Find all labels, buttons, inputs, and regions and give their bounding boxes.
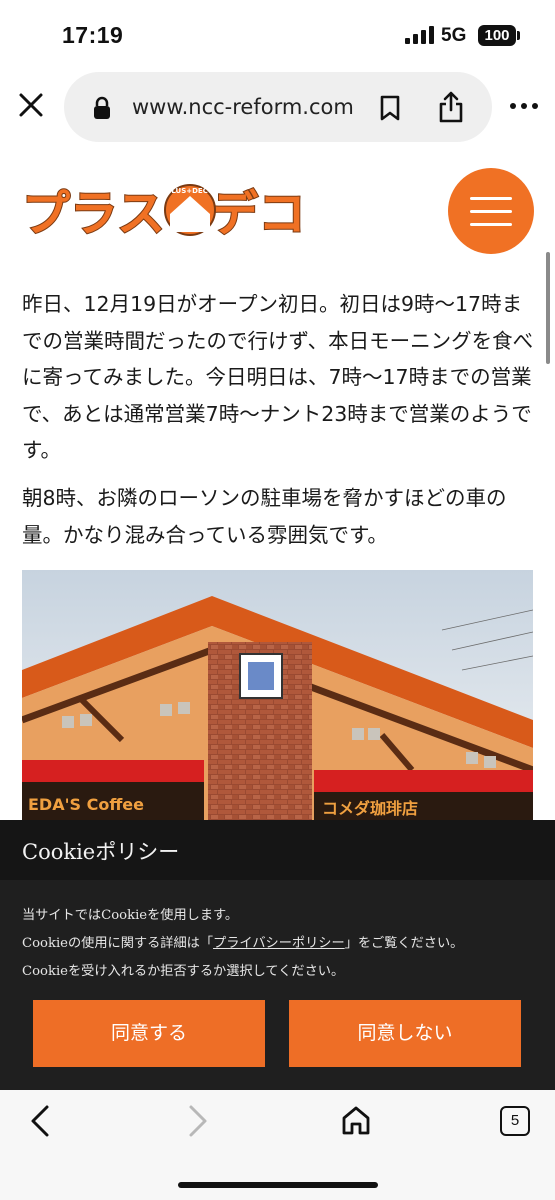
svg-text:プラス: プラス <box>22 186 165 242</box>
article-photo: EDA'S Coffee コメダ珈琲店 <box>22 570 533 822</box>
article-paragraph: 朝8時、お隣のローソンの駐車場を脅かすほどの車の量。かなり混み合っている雰囲気で… <box>22 486 507 547</box>
cookie-line: Cookieの使用に関する詳細は「プライバシーポリシー」をご覧ください。 <box>22 930 542 958</box>
lock-icon <box>94 96 110 119</box>
site-logo[interactable]: プラス デコ PLUS+DECO <box>22 178 306 242</box>
address-field[interactable]: www.ncc-reform.com <box>64 72 492 142</box>
share-icon[interactable] <box>436 90 466 124</box>
menu-line <box>470 210 512 213</box>
cookie-banner: Cookieポリシー 当サイトではCookieを使用します。 Cookieの使用… <box>0 820 555 1090</box>
hamburger-menu-icon[interactable] <box>448 168 534 254</box>
menu-line <box>470 197 512 200</box>
browser-toolbar: 5 <box>0 1090 555 1200</box>
cookie-header: Cookieポリシー <box>0 820 555 880</box>
battery-tip <box>517 31 520 40</box>
logo-subtext: PLUS+DECO <box>166 187 214 195</box>
cookie-title: Cookieポリシー <box>22 840 180 864</box>
status-time: 17:19 <box>62 22 124 48</box>
url-text: www.ncc-reform.com <box>132 95 354 119</box>
cookie-line: Cookieを受け入れるか拒否するか選択してください。 <box>22 964 345 979</box>
svg-text:デコ: デコ <box>210 186 306 242</box>
deny-button[interactable]: 同意しない <box>289 1000 521 1067</box>
home-indicator <box>178 1182 378 1188</box>
cookie-text: Cookieの使用に関する詳細は「 <box>22 936 214 951</box>
network-type: 5G <box>441 25 467 46</box>
cookie-line: 当サイトではCookieを使用します。 <box>22 908 239 923</box>
photo-sign-right: コメダ珈琲店 <box>322 799 418 818</box>
forward-icon[interactable] <box>186 1104 210 1138</box>
browser-url-bar: www.ncc-reform.com <box>0 66 555 148</box>
scrollbar[interactable] <box>546 252 550 364</box>
privacy-policy-link[interactable]: プライバシーポリシー <box>213 936 345 951</box>
more-icon[interactable] <box>508 100 540 112</box>
agree-button[interactable]: 同意する <box>33 1000 265 1067</box>
back-icon[interactable] <box>28 1104 52 1138</box>
tabs-icon[interactable]: 5 <box>500 1106 530 1136</box>
status-bar: 17:19 5G 100 <box>0 0 555 66</box>
article-paragraph: 昨日、12月19日がオープン初日。初日は9時〜17時までの営業時間だったので行け… <box>22 292 534 462</box>
battery-icon: 100 <box>478 25 516 46</box>
photo-sign-left: EDA'S Coffee <box>28 795 144 814</box>
signal-icon <box>405 26 434 44</box>
cookie-text: 」をご覧ください。 <box>344 936 464 951</box>
menu-line <box>470 223 512 226</box>
bookmark-icon[interactable] <box>378 94 402 122</box>
close-icon[interactable] <box>16 90 46 120</box>
cookie-message: 当サイトではCookieを使用します。 Cookieの使用に関する詳細は「プライ… <box>22 902 542 986</box>
home-icon[interactable] <box>340 1104 372 1136</box>
